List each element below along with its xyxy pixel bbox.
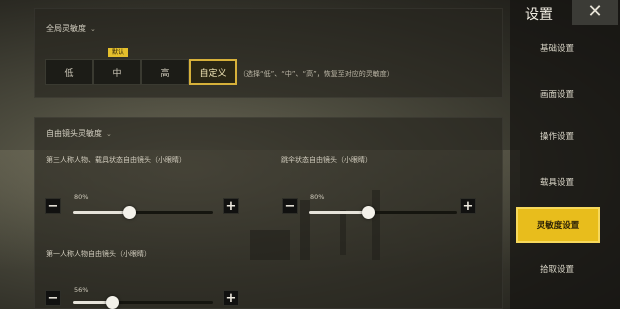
preset-low-button[interactable]: 低 — [45, 59, 93, 85]
global-sensitivity-title: 全局灵敏度 ⌄ — [46, 23, 96, 34]
nav-item-basic[interactable]: 基础设置 — [516, 34, 598, 62]
increase-button[interactable]: + — [460, 198, 476, 214]
slider-knob[interactable] — [123, 206, 136, 219]
settings-nav: 设置 ✕ 基础设置 画面设置 操作设置 载具设置 灵敏度设置 拾取设置 — [510, 0, 620, 309]
slider-third-person-label: 第三人称人物、载具状态自由镜头（小眼睛） — [46, 156, 186, 164]
decrease-button[interactable]: − — [282, 198, 298, 214]
chevron-down-icon[interactable]: ⌄ — [90, 25, 96, 33]
slider-first-person-value: 56% — [74, 286, 89, 294]
nav-item-pickup[interactable]: 拾取设置 — [516, 255, 598, 283]
global-sensitivity-title-text: 全局灵敏度 — [46, 24, 86, 33]
chevron-down-icon[interactable]: ⌄ — [106, 130, 112, 138]
free-camera-sensitivity-panel: 自由镜头灵敏度 ⌄ 第三人称人物、载具状态自由镜头（小眼睛） 80% − + 跳伞… — [34, 117, 503, 309]
increase-button[interactable]: + — [223, 198, 239, 214]
preset-custom-button[interactable]: 自定义 — [189, 59, 237, 85]
nav-item-controls[interactable]: 操作设置 — [516, 122, 598, 150]
close-icon[interactable]: ✕ — [572, 0, 618, 25]
slider-third-person-value: 80% — [74, 193, 89, 201]
slider-parachute-value: 80% — [310, 193, 325, 201]
sensitivity-preset-selector: 低 默认 中 高 自定义 — [45, 48, 237, 89]
decrease-button[interactable]: − — [45, 290, 61, 306]
slider-parachute-track[interactable] — [309, 206, 457, 219]
slider-first-person-label: 第一人称人物自由镜头（小眼睛） — [46, 250, 151, 258]
slider-fill — [309, 211, 368, 214]
slider-knob[interactable] — [106, 296, 119, 309]
slider-knob[interactable] — [362, 206, 375, 219]
nav-item-vehicle[interactable]: 载具设置 — [516, 168, 598, 196]
slider-third-person-track[interactable] — [73, 206, 213, 219]
free-camera-title: 自由镜头灵敏度 ⌄ — [46, 128, 112, 139]
settings-title: 设置 — [525, 7, 553, 23]
preset-medium-label: 中 — [112, 68, 122, 79]
nav-item-graphics[interactable]: 画面设置 — [516, 80, 598, 108]
slider-first-person-track[interactable] — [73, 296, 213, 309]
slider-fill — [73, 211, 129, 214]
preset-high-button[interactable]: 高 — [141, 59, 189, 85]
preset-hint-text: （选择“低”、“中”、“高”，恢复至对应的灵敏度） — [239, 70, 394, 78]
global-sensitivity-panel: 全局灵敏度 ⌄ 低 默认 中 高 自定义 （选择“低”、“中”、“高”，恢复至对应… — [34, 8, 503, 98]
nav-item-sensitivity[interactable]: 灵敏度设置 — [516, 207, 600, 243]
default-badge: 默认 — [108, 48, 129, 57]
free-camera-title-text: 自由镜头灵敏度 — [46, 129, 102, 138]
slider-parachute-label: 跳伞状态自由镜头（小眼睛） — [281, 156, 372, 164]
preset-medium-button[interactable]: 默认 中 — [93, 48, 141, 85]
increase-button[interactable]: + — [223, 290, 239, 306]
decrease-button[interactable]: − — [45, 198, 61, 214]
